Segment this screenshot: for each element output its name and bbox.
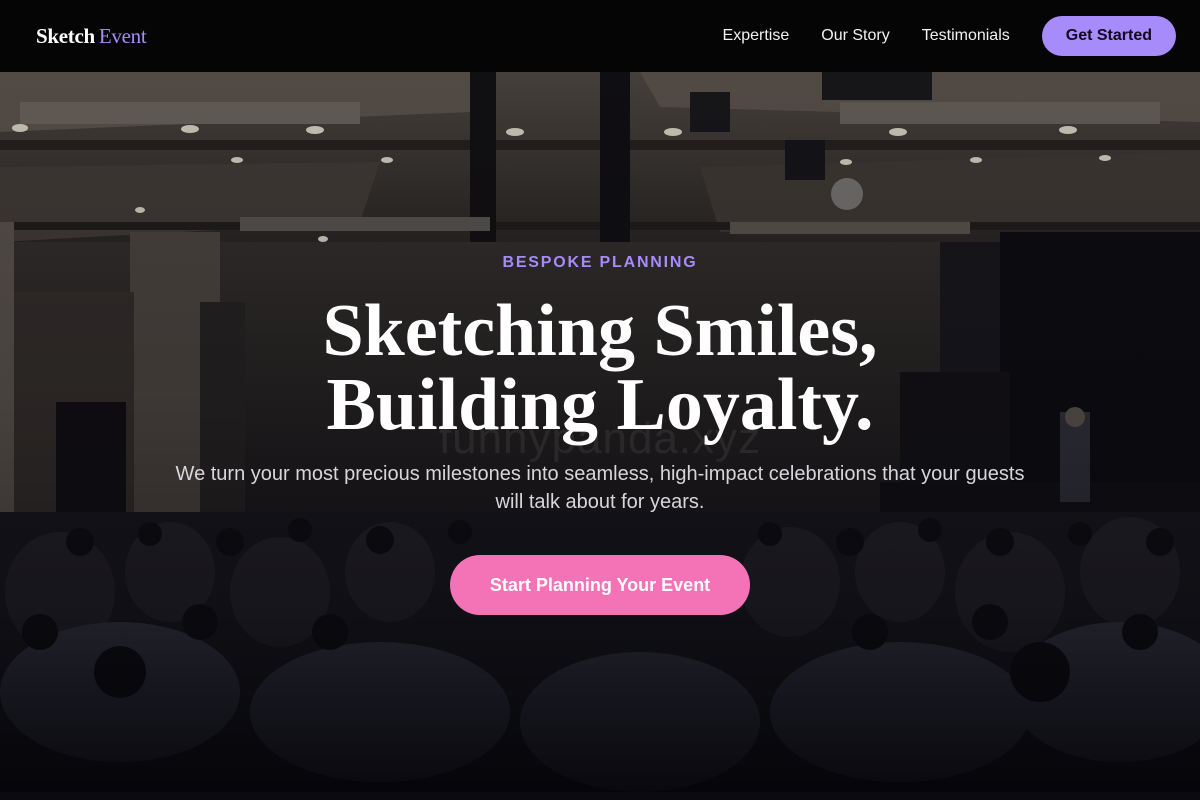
headline-line-2: Building Loyalty. (326, 364, 874, 446)
hero-eyebrow: BESPOKE PLANNING (502, 254, 698, 271)
hero-headline: Sketching Smiles, Building Loyalty. (0, 294, 1200, 442)
logo-text-primary: Sketch (36, 23, 95, 48)
nav-menu: Expertise Our Story Testimonials Get Sta… (723, 16, 1176, 56)
nav-link-testimonials[interactable]: Testimonials (922, 27, 1010, 45)
hero-section: funnypanda.xyz BESPOKE PLANNING Sketchin… (0, 72, 1200, 792)
hero-subtitle: We turn your most precious milestones in… (175, 463, 1025, 513)
start-planning-button[interactable]: Start Planning Your Event (450, 555, 750, 615)
logo-text-accent: Event (98, 23, 147, 48)
headline-line-1: Sketching Smiles, (322, 290, 878, 372)
nav-link-expertise[interactable]: Expertise (723, 27, 790, 45)
nav-link-our-story[interactable]: Our Story (821, 27, 889, 45)
get-started-button[interactable]: Get Started (1041, 16, 1176, 56)
page-bottom-edge (0, 792, 1200, 800)
brand-logo[interactable]: Sketch Event (36, 23, 147, 49)
top-nav: Sketch Event Expertise Our Story Testimon… (0, 0, 1200, 72)
